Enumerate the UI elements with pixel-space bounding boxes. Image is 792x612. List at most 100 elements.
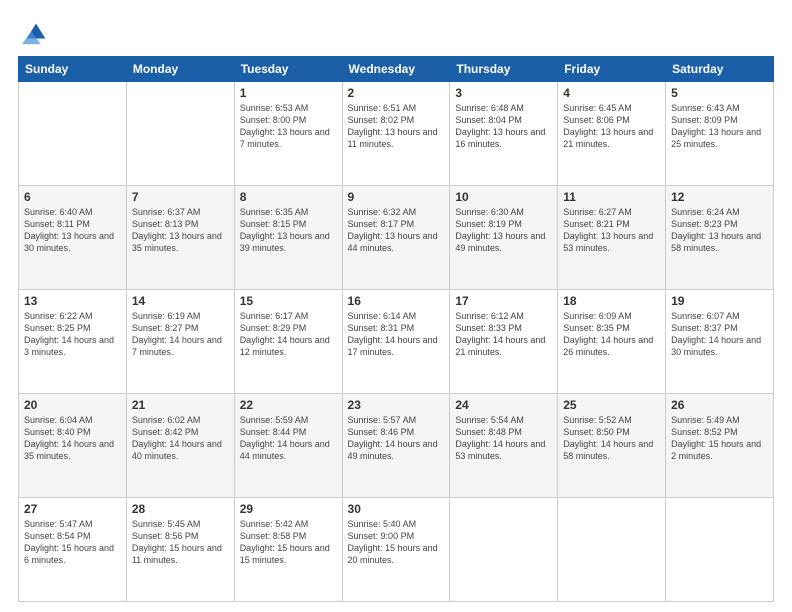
calendar-cell: 27Sunrise: 5:47 AM Sunset: 8:54 PM Dayli…	[19, 498, 127, 602]
calendar-cell	[558, 498, 666, 602]
day-info: Sunrise: 6:24 AM Sunset: 8:23 PM Dayligh…	[671, 206, 768, 255]
day-info: Sunrise: 6:17 AM Sunset: 8:29 PM Dayligh…	[240, 310, 337, 359]
calendar-header-monday: Monday	[126, 57, 234, 82]
day-info: Sunrise: 6:53 AM Sunset: 8:00 PM Dayligh…	[240, 102, 337, 151]
day-info: Sunrise: 5:49 AM Sunset: 8:52 PM Dayligh…	[671, 414, 768, 463]
calendar-cell: 1Sunrise: 6:53 AM Sunset: 8:00 PM Daylig…	[234, 82, 342, 186]
day-number: 17	[455, 294, 552, 308]
calendar-cell	[666, 498, 774, 602]
day-info: Sunrise: 6:12 AM Sunset: 8:33 PM Dayligh…	[455, 310, 552, 359]
calendar-table: SundayMondayTuesdayWednesdayThursdayFrid…	[18, 56, 774, 602]
calendar-cell: 18 Sunrise: 6:09 AM Sunset: 8:35 PM Dayli…	[558, 290, 666, 394]
day-number: 16	[348, 294, 445, 308]
calendar-cell: 22 Sunrise: 5:59 AM Sunset: 8:44 PM Dayli…	[234, 394, 342, 498]
day-info: Sunrise: 6:19 AM Sunset: 8:27 PM Dayligh…	[132, 310, 229, 359]
day-number: 2	[348, 86, 445, 100]
calendar-cell: 11 Sunrise: 6:27 AM Sunset: 8:21 PM Dayli…	[558, 186, 666, 290]
day-info: Sunrise: 6:02 AM Sunset: 8:42 PM Dayligh…	[132, 414, 229, 463]
calendar-cell: 12 Sunrise: 6:24 AM Sunset: 8:23 PM Dayli…	[666, 186, 774, 290]
day-info: Sunrise: 5:47 AM Sunset: 8:54 PM Dayligh…	[24, 518, 121, 567]
day-number: 7	[132, 190, 229, 204]
calendar-cell: 6 Sunrise: 6:40 AM Sunset: 8:11 PM Daylig…	[19, 186, 127, 290]
calendar-week-row: 6 Sunrise: 6:40 AM Sunset: 8:11 PM Daylig…	[19, 186, 774, 290]
day-number: 28	[132, 502, 229, 516]
calendar-header-row: SundayMondayTuesdayWednesdayThursdayFrid…	[19, 57, 774, 82]
calendar-cell: 28Sunrise: 5:45 AM Sunset: 8:56 PM Dayli…	[126, 498, 234, 602]
calendar-cell: 24 Sunrise: 5:54 AM Sunset: 8:48 PM Dayli…	[450, 394, 558, 498]
day-number: 12	[671, 190, 768, 204]
day-number: 9	[348, 190, 445, 204]
calendar-cell	[450, 498, 558, 602]
day-info: Sunrise: 6:45 AM Sunset: 8:06 PM Dayligh…	[563, 102, 660, 151]
day-number: 23	[348, 398, 445, 412]
calendar-header-friday: Friday	[558, 57, 666, 82]
day-number: 5	[671, 86, 768, 100]
calendar-header-tuesday: Tuesday	[234, 57, 342, 82]
calendar-cell: 3 Sunrise: 6:48 AM Sunset: 8:04 PM Daylig…	[450, 82, 558, 186]
day-number: 30	[348, 502, 445, 516]
logo-icon	[22, 18, 50, 46]
day-info: Sunrise: 6:32 AM Sunset: 8:17 PM Dayligh…	[348, 206, 445, 255]
day-number: 15	[240, 294, 337, 308]
day-info: Sunrise: 6:51 AM Sunset: 8:02 PM Dayligh…	[348, 102, 445, 151]
calendar-cell: 19 Sunrise: 6:07 AM Sunset: 8:37 PM Dayli…	[666, 290, 774, 394]
calendar-cell: 25 Sunrise: 5:52 AM Sunset: 8:50 PM Dayli…	[558, 394, 666, 498]
day-info: Sunrise: 6:48 AM Sunset: 8:04 PM Dayligh…	[455, 102, 552, 151]
day-number: 18	[563, 294, 660, 308]
day-info: Sunrise: 6:35 AM Sunset: 8:15 PM Dayligh…	[240, 206, 337, 255]
calendar-cell: 21Sunrise: 6:02 AM Sunset: 8:42 PM Dayli…	[126, 394, 234, 498]
day-info: Sunrise: 6:04 AM Sunset: 8:40 PM Dayligh…	[24, 414, 121, 463]
calendar-cell	[19, 82, 127, 186]
calendar-cell: 29 Sunrise: 5:42 AM Sunset: 8:58 PM Dayli…	[234, 498, 342, 602]
calendar-cell: 2 Sunrise: 6:51 AM Sunset: 8:02 PM Daylig…	[342, 82, 450, 186]
calendar-week-row: 20 Sunrise: 6:04 AM Sunset: 8:40 PM Dayli…	[19, 394, 774, 498]
calendar-cell: 4 Sunrise: 6:45 AM Sunset: 8:06 PM Daylig…	[558, 82, 666, 186]
calendar-cell: 14Sunrise: 6:19 AM Sunset: 8:27 PM Dayli…	[126, 290, 234, 394]
day-info: Sunrise: 5:40 AM Sunset: 9:00 PM Dayligh…	[348, 518, 445, 567]
day-info: Sunrise: 5:57 AM Sunset: 8:46 PM Dayligh…	[348, 414, 445, 463]
calendar-cell	[126, 82, 234, 186]
calendar-cell: 13Sunrise: 6:22 AM Sunset: 8:25 PM Dayli…	[19, 290, 127, 394]
calendar-cell: 23 Sunrise: 5:57 AM Sunset: 8:46 PM Dayli…	[342, 394, 450, 498]
day-info: Sunrise: 5:54 AM Sunset: 8:48 PM Dayligh…	[455, 414, 552, 463]
day-info: Sunrise: 6:40 AM Sunset: 8:11 PM Dayligh…	[24, 206, 121, 255]
calendar-week-row: 13Sunrise: 6:22 AM Sunset: 8:25 PM Dayli…	[19, 290, 774, 394]
day-info: Sunrise: 5:52 AM Sunset: 8:50 PM Dayligh…	[563, 414, 660, 463]
day-number: 6	[24, 190, 121, 204]
day-number: 19	[671, 294, 768, 308]
day-info: Sunrise: 5:59 AM Sunset: 8:44 PM Dayligh…	[240, 414, 337, 463]
day-number: 26	[671, 398, 768, 412]
calendar-week-row: 1Sunrise: 6:53 AM Sunset: 8:00 PM Daylig…	[19, 82, 774, 186]
calendar-cell: 20 Sunrise: 6:04 AM Sunset: 8:40 PM Dayli…	[19, 394, 127, 498]
calendar-cell: 7Sunrise: 6:37 AM Sunset: 8:13 PM Daylig…	[126, 186, 234, 290]
day-info: Sunrise: 6:07 AM Sunset: 8:37 PM Dayligh…	[671, 310, 768, 359]
day-number: 25	[563, 398, 660, 412]
calendar-week-row: 27Sunrise: 5:47 AM Sunset: 8:54 PM Dayli…	[19, 498, 774, 602]
day-info: Sunrise: 6:43 AM Sunset: 8:09 PM Dayligh…	[671, 102, 768, 151]
calendar-cell: 16Sunrise: 6:14 AM Sunset: 8:31 PM Dayli…	[342, 290, 450, 394]
day-number: 20	[24, 398, 121, 412]
day-number: 10	[455, 190, 552, 204]
day-number: 3	[455, 86, 552, 100]
day-number: 24	[455, 398, 552, 412]
page: SundayMondayTuesdayWednesdayThursdayFrid…	[0, 0, 792, 612]
day-info: Sunrise: 6:09 AM Sunset: 8:35 PM Dayligh…	[563, 310, 660, 359]
calendar-cell: 5 Sunrise: 6:43 AM Sunset: 8:09 PM Daylig…	[666, 82, 774, 186]
calendar-header-saturday: Saturday	[666, 57, 774, 82]
day-number: 4	[563, 86, 660, 100]
day-number: 11	[563, 190, 660, 204]
calendar-cell: 8 Sunrise: 6:35 AM Sunset: 8:15 PM Daylig…	[234, 186, 342, 290]
calendar-cell: 17 Sunrise: 6:12 AM Sunset: 8:33 PM Dayli…	[450, 290, 558, 394]
day-number: 22	[240, 398, 337, 412]
day-info: Sunrise: 6:27 AM Sunset: 8:21 PM Dayligh…	[563, 206, 660, 255]
calendar-header-wednesday: Wednesday	[342, 57, 450, 82]
calendar-cell: 30 Sunrise: 5:40 AM Sunset: 9:00 PM Dayli…	[342, 498, 450, 602]
calendar-cell: 26 Sunrise: 5:49 AM Sunset: 8:52 PM Dayli…	[666, 394, 774, 498]
calendar-header-thursday: Thursday	[450, 57, 558, 82]
day-info: Sunrise: 6:30 AM Sunset: 8:19 PM Dayligh…	[455, 206, 552, 255]
day-number: 8	[240, 190, 337, 204]
day-number: 29	[240, 502, 337, 516]
calendar-cell: 10 Sunrise: 6:30 AM Sunset: 8:19 PM Dayli…	[450, 186, 558, 290]
calendar-header-sunday: Sunday	[19, 57, 127, 82]
day-info: Sunrise: 5:42 AM Sunset: 8:58 PM Dayligh…	[240, 518, 337, 567]
